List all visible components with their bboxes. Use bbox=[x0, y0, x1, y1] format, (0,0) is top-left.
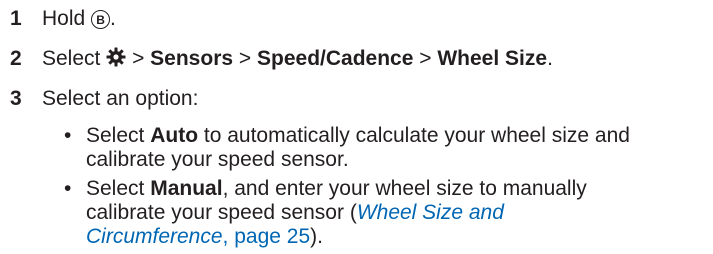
step-text-post: . bbox=[110, 7, 116, 30]
bullet-text-pre: calibrate your speed sensor ( bbox=[86, 201, 357, 224]
bullet-marker: • bbox=[64, 124, 72, 147]
menu-item-sensors: Sensors bbox=[150, 47, 234, 70]
link-title[interactable]: Circumference bbox=[86, 225, 223, 248]
step-text: Select an option: bbox=[42, 87, 199, 110]
wheel-size-link-part-2[interactable]: Circumference, page 25 bbox=[86, 225, 310, 248]
menu-item-wheel-size: Wheel Size bbox=[437, 47, 548, 70]
bullet-text-rest: to automatically calculate your wheel si… bbox=[203, 124, 630, 147]
bullet-text-rest: , and enter your wheel size to manually bbox=[222, 177, 587, 200]
bullet-text: Select Manual, and enter your wheel size… bbox=[86, 177, 587, 201]
b-button-icon: B bbox=[91, 10, 111, 29]
bullet-text: Select Auto to automatically calculate y… bbox=[86, 124, 630, 148]
menu-separator: > bbox=[238, 47, 252, 70]
bullet-text-line-3: Circumference, page 25). bbox=[86, 225, 323, 249]
option-auto: Auto bbox=[150, 124, 199, 147]
bullet-marker: • bbox=[64, 177, 72, 200]
step-text-pre: Select bbox=[42, 47, 101, 70]
menu-separator: > bbox=[132, 47, 145, 70]
step-number: 2 bbox=[10, 47, 22, 70]
link-page[interactable]: , page 25 bbox=[223, 225, 311, 248]
step-text-pre: Hold bbox=[42, 7, 86, 30]
bullet-text-pre: Select bbox=[86, 177, 145, 200]
bullet-text-post: ). bbox=[310, 225, 323, 248]
bullet-text-pre: Select bbox=[86, 124, 145, 147]
menu-item-speed-cadence: Speed/Cadence bbox=[257, 47, 414, 70]
step-text: Hold B. bbox=[42, 7, 116, 31]
menu-separator: > bbox=[419, 47, 432, 70]
wheel-size-link-part-1[interactable]: Wheel Size and bbox=[357, 201, 504, 224]
bullet-text-line-2: calibrate your speed sensor (Wheel Size … bbox=[86, 201, 504, 225]
step-number: 1 bbox=[10, 7, 22, 30]
bullet-text-line-2: calibrate your speed sensor. bbox=[86, 148, 349, 171]
option-manual: Manual bbox=[150, 177, 223, 200]
gear-icon bbox=[106, 47, 126, 67]
step-text: Select > Sensors > Speed/Cadence > Wheel… bbox=[42, 47, 553, 71]
step-text-post: . bbox=[547, 47, 553, 70]
step-number: 3 bbox=[10, 87, 22, 110]
